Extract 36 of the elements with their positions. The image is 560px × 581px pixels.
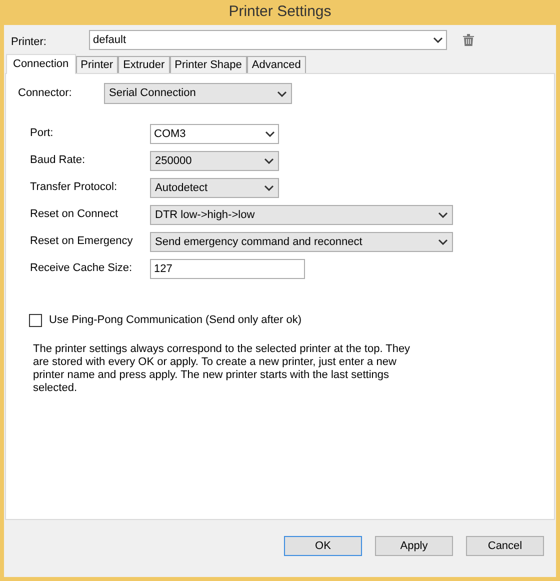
info-text: The printer settings always correspond to the selected printer at the top. They are stored with every OK or apply. To create a new printer, just enter a new printer name and press apply. The new printer starts with the last settings selected. [33,342,412,394]
tab[interactable]: Advanced [246,56,306,73]
port-combo-box[interactable]: COM3 [150,124,279,144]
dropdown[interactable]: 250000 [150,151,279,171]
connector-dropdown[interactable]: Serial Connection [104,83,292,104]
chevron-down-icon [438,212,448,218]
trash-icon[interactable] [463,34,474,46]
window-title: Printer Settings [228,2,332,22]
input-field[interactable]: 127 [150,259,305,279]
checkbox-label: Use Ping-Pong Communication (Send only after ok) [49,313,302,328]
printer-dropdown[interactable]: default [89,30,447,50]
dialog-button[interactable]: Cancel [466,536,544,556]
field-label: Receive Cache Size: [29,261,134,276]
dialog-button[interactable]: Apply [375,536,453,556]
dialog-button[interactable]: OK [284,536,362,556]
dropdown[interactable]: DTR low->high->low [150,205,453,225]
printer-label: Printer: [10,34,48,50]
field-label: Reset on Connect [29,207,120,222]
chevron-down-icon [265,131,275,137]
chevron-down-icon [433,37,443,43]
chevron-down-icon [264,158,274,164]
field-label: Reset on Emergency [29,234,134,249]
dropdown[interactable]: Send emergency command and reconnect [150,232,453,252]
checkbox[interactable] [29,314,42,327]
field-label: Transfer Protocol: [29,180,118,195]
chevron-down-icon [277,90,287,96]
tab[interactable]: Connection [6,54,76,74]
tab[interactable]: Printer Shape [170,56,247,73]
field-label: Port: [29,126,54,141]
tab[interactable]: Extruder [118,56,170,73]
chevron-down-icon [264,185,274,191]
dropdown[interactable]: Autodetect [150,178,279,198]
connector-label: Connector: [17,86,73,102]
chevron-down-icon [438,239,448,245]
field-label: Baud Rate: [29,153,86,168]
tab[interactable]: Printer [76,56,118,73]
